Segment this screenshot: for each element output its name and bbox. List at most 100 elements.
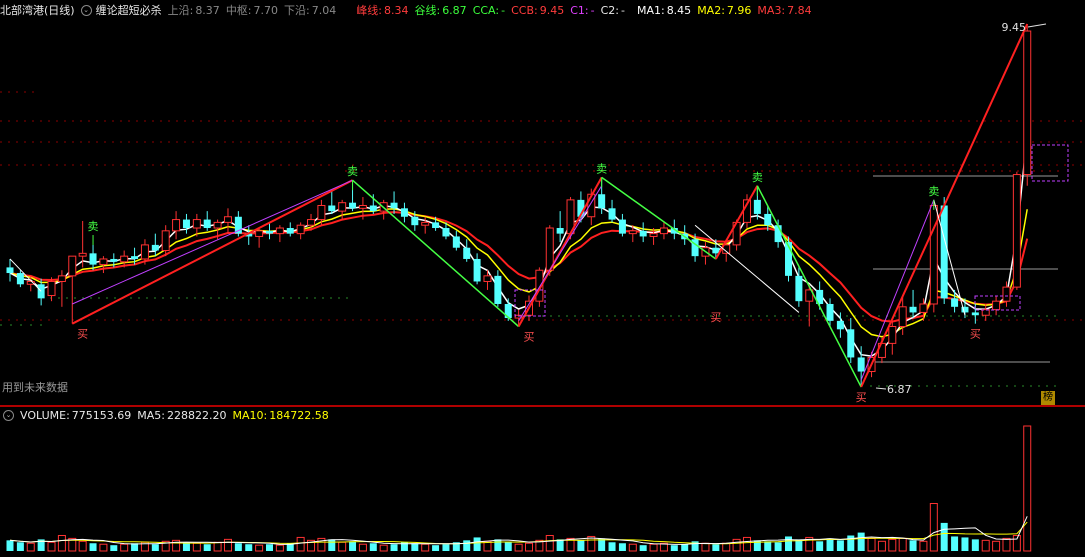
candle (89, 253, 97, 265)
volume-bar (99, 543, 108, 552)
candle (857, 357, 865, 372)
buy-marker: 买 (524, 331, 535, 344)
candle (847, 329, 855, 358)
volume-bar (670, 545, 678, 551)
candle (1023, 30, 1032, 176)
volume-bar (742, 536, 751, 552)
indicator-dropdown-icon[interactable]: ⌄ (80, 4, 92, 16)
candle (940, 205, 948, 299)
volume-bar (223, 538, 232, 552)
candle (400, 208, 408, 217)
vol-ma10-label: MA10: (232, 408, 268, 422)
candle (826, 303, 834, 321)
volume-bar (577, 540, 585, 551)
volume-bar (120, 543, 129, 552)
future-data-note: 用到未来数据 (2, 381, 68, 394)
volume-dropdown-icon[interactable]: ⌄ (3, 409, 14, 421)
volume-bar (494, 539, 502, 551)
volume-bar (151, 544, 159, 551)
candle (753, 199, 761, 214)
candle (795, 275, 803, 302)
buy-marker: 买 (710, 311, 721, 324)
candle (275, 227, 284, 235)
volume-bar (847, 535, 855, 551)
volume-bar (888, 538, 897, 552)
ma3-label: MA3: (757, 3, 786, 17)
volume-bar (525, 542, 533, 552)
c1-value: - (590, 3, 595, 17)
candle (203, 219, 211, 229)
high-price-pointer (1027, 23, 1047, 28)
price-chart[interactable]: 卖卖 卖卖卖买 买买买买9.456.87 (0, 0, 1085, 406)
sell-marker: 卖 (928, 185, 939, 198)
zigzag-segment (352, 179, 520, 328)
volume-bar (358, 543, 367, 552)
volume-bar (909, 540, 917, 551)
candle (649, 233, 658, 237)
volume-bar (929, 503, 938, 552)
mid-value: 7.70 (253, 3, 279, 17)
volume-bar (1012, 534, 1021, 552)
c2-label: C2: (600, 3, 619, 17)
volume-bar (6, 540, 14, 551)
candle (47, 280, 56, 297)
volume-bar (47, 541, 56, 552)
candle (131, 256, 139, 259)
volume-bar (473, 537, 481, 551)
candle (452, 236, 460, 248)
volume-bar (411, 543, 419, 551)
volume-bar (940, 522, 948, 551)
candle (659, 227, 668, 235)
candle (764, 213, 772, 226)
volume-bar (816, 541, 824, 551)
indicator-name[interactable]: 缠论超短必杀 (96, 2, 162, 18)
volume-bar (981, 539, 990, 552)
trend-line (72, 179, 353, 305)
stock-title[interactable]: 北部湾港(日线) (0, 2, 75, 18)
candle (328, 205, 336, 212)
candle (78, 252, 87, 257)
candle (442, 228, 450, 237)
ma3-line (9, 211, 1029, 323)
ma1-value: 8.45 (666, 3, 692, 17)
candle (6, 267, 14, 274)
volume-bar (785, 536, 792, 551)
rank-button[interactable]: 榜 (1041, 391, 1055, 405)
volume-bar (390, 544, 398, 551)
volume-bar (681, 544, 689, 551)
candle (349, 202, 357, 209)
volume-bar (203, 544, 211, 551)
candle (545, 227, 554, 271)
candle (1002, 286, 1011, 302)
trend-line (694, 224, 800, 313)
volume-bar (618, 543, 626, 551)
candle (774, 225, 782, 243)
candle (598, 194, 606, 209)
candle (556, 228, 564, 234)
candle (358, 205, 367, 209)
volume-bar (919, 540, 928, 552)
candle (390, 202, 398, 209)
candle (338, 202, 347, 212)
high-price-label: 9.45 (1002, 21, 1027, 34)
volume-chart[interactable] (0, 406, 1085, 557)
c1-label: C1: (570, 3, 589, 17)
candle (161, 230, 170, 252)
volume-bar (857, 532, 865, 551)
candle (266, 230, 273, 234)
chart-window: 卖卖卖卖卖买买买买买 9.45 6.87 北部湾港(日线) ⌄ 缠论超短必杀 上沿:… (0, 0, 1085, 557)
volume-bar (649, 543, 658, 552)
volume-bar (701, 542, 710, 552)
candle (463, 247, 471, 259)
candle (1012, 174, 1021, 288)
vol-ma5-value: 228822.20 (167, 408, 227, 422)
candle (639, 230, 647, 237)
candle (494, 275, 502, 304)
chart-header: 北部湾港(日线) ⌄ 缠论超短必杀 上沿: 8.37 中枢: 7.70 下沿: … (0, 2, 818, 18)
cca-label: CCA: (472, 3, 500, 17)
candle (432, 222, 440, 229)
ma1-label: MA1: (636, 3, 665, 17)
volume-bar (192, 542, 201, 552)
lower-label: 下沿: (284, 4, 310, 17)
candle (608, 208, 616, 220)
